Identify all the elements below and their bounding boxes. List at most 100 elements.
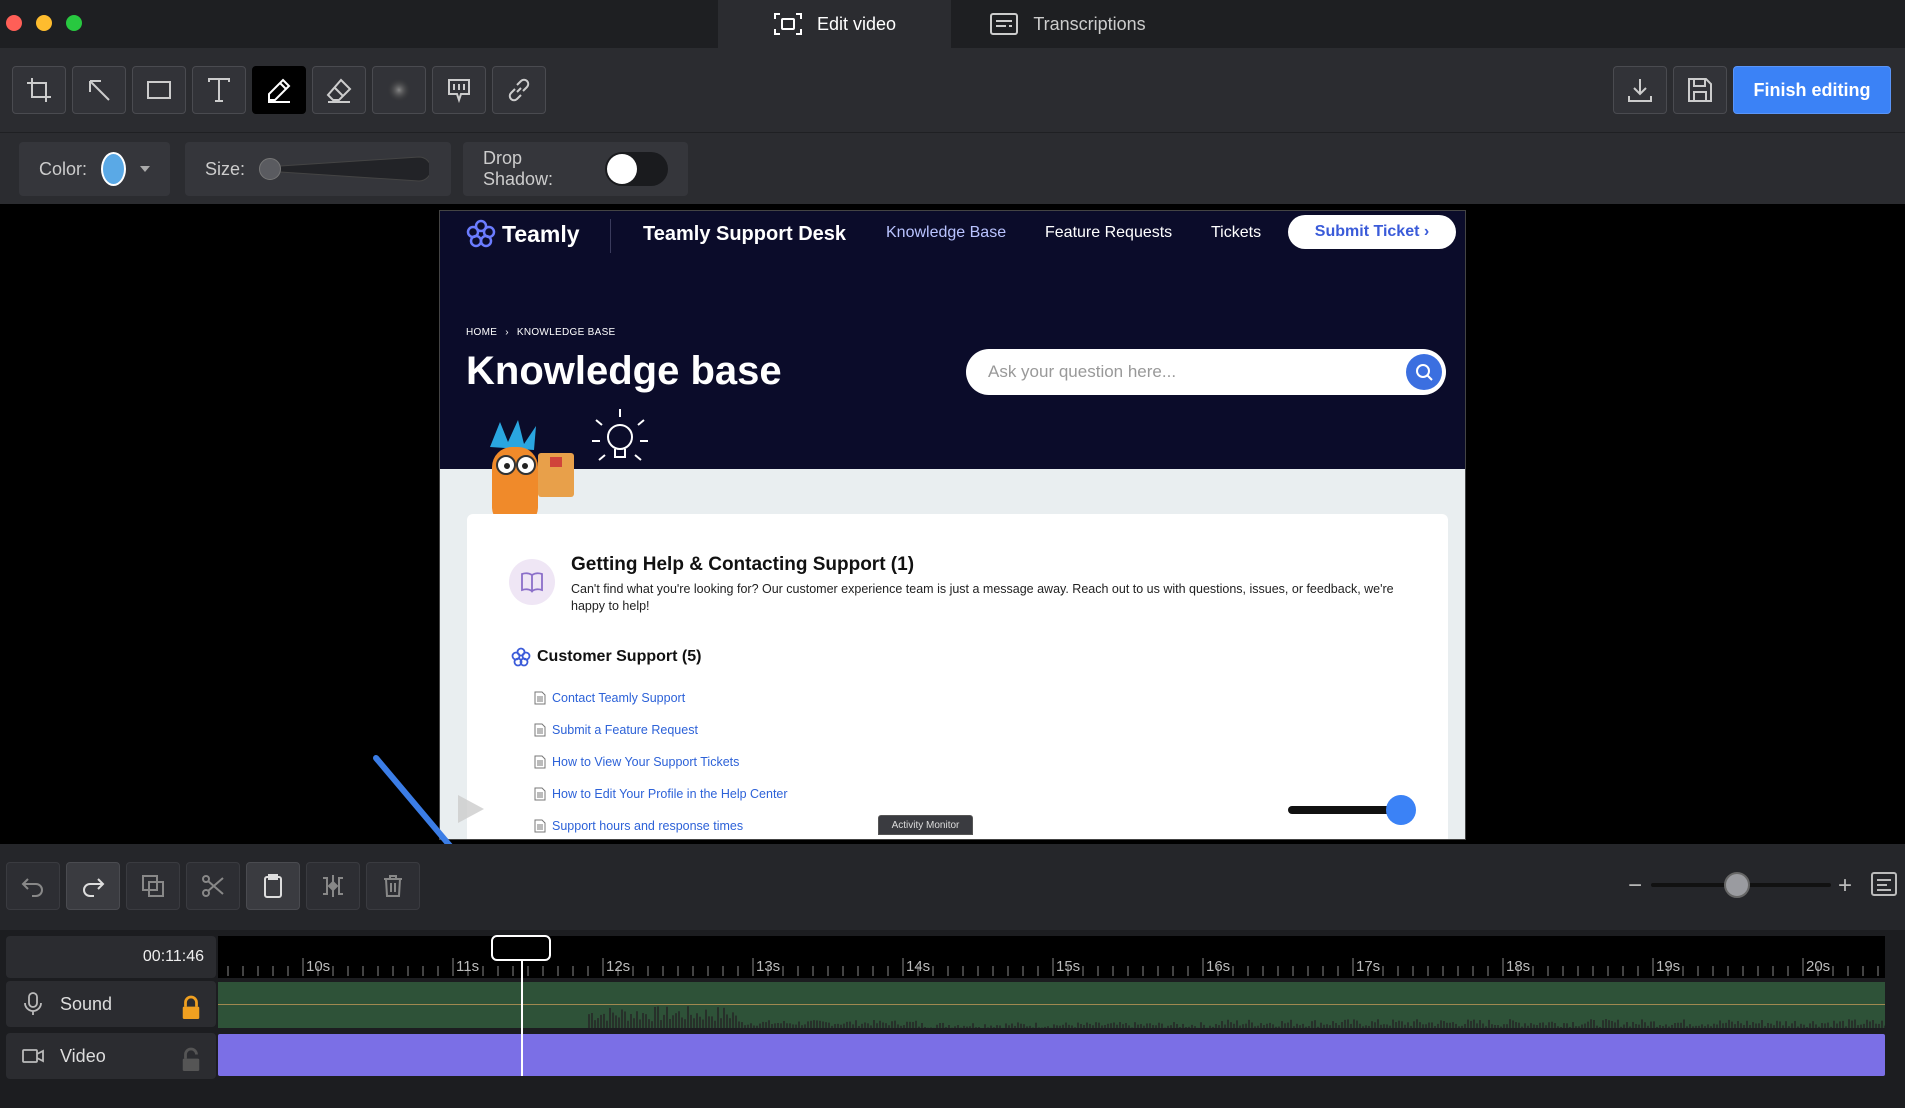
link-tool-button[interactable] <box>492 66 546 114</box>
timeline-ruler[interactable]: 10s 11s 12s 13s 14s 15s 16s 17s 18s 19s 20s <box>218 936 1885 978</box>
waveform-bar <box>1341 1021 1343 1028</box>
category-title[interactable]: Getting Help & Contacting Support (1) <box>571 554 914 576</box>
waveform-bar <box>1227 1019 1229 1028</box>
text-tool-button[interactable] <box>192 66 246 114</box>
unlock-icon[interactable] <box>180 1047 202 1073</box>
waveform-bar <box>1059 1025 1061 1028</box>
waveform-bar <box>1158 1022 1160 1028</box>
nav-feature-requests[interactable]: Feature Requests <box>1045 224 1172 242</box>
save-button[interactable] <box>1673 66 1727 114</box>
video-canvas[interactable]: Teamly Teamly Support Desk Knowledge Bas… <box>0 204 1905 844</box>
blur-tool-button[interactable] <box>372 66 426 114</box>
article-link[interactable]: How to Edit Your Profile in the Help Cen… <box>534 778 788 810</box>
download-button[interactable] <box>1613 66 1667 114</box>
drop-shadow-toggle[interactable] <box>605 152 668 186</box>
playhead-handle[interactable] <box>491 935 551 961</box>
waveform-bar <box>1260 1023 1262 1028</box>
split-button[interactable] <box>306 862 360 910</box>
volume-level-line[interactable] <box>218 1004 1885 1005</box>
duplicate-button[interactable] <box>126 862 180 910</box>
waveform-bar <box>1758 1023 1760 1028</box>
search-input[interactable]: Ask your question here... <box>966 349 1446 395</box>
paste-button[interactable] <box>246 862 300 910</box>
paste-icon <box>264 874 282 898</box>
search-icon <box>1416 364 1433 381</box>
maximize-window-button[interactable] <box>66 15 82 31</box>
fit-timeline-icon[interactable] <box>1870 871 1898 897</box>
waveform-bar <box>1773 1025 1775 1028</box>
waveform-bar <box>1521 1026 1523 1028</box>
waveform-bar <box>1470 1020 1472 1028</box>
waveform-bar <box>1356 1020 1358 1028</box>
tab-edit-video[interactable]: Edit video <box>718 0 951 48</box>
video-preview[interactable]: Teamly Teamly Support Desk Knowledge Bas… <box>439 210 1466 840</box>
waveform-bar <box>1242 1024 1244 1028</box>
tab-edit-video-label: Edit video <box>816 13 897 34</box>
tab-transcriptions[interactable]: Transcriptions <box>951 0 1184 48</box>
article-link[interactable]: Contact Teamly Support <box>534 682 788 714</box>
timeline-zoom-handle[interactable] <box>1724 872 1750 898</box>
nav-tickets[interactable]: Tickets <box>1211 224 1261 242</box>
zoom-out-button[interactable]: − <box>1628 874 1642 898</box>
waveform-bar <box>1437 1023 1439 1028</box>
arrow-tool-button[interactable] <box>72 66 126 114</box>
volume-slider-handle[interactable] <box>1386 795 1416 825</box>
subcategory-title[interactable]: Customer Support (5) <box>511 647 701 667</box>
article-link[interactable]: Submit a Feature Request <box>534 714 788 746</box>
waveform-bar <box>1179 1027 1181 1028</box>
sound-track[interactable] <box>218 982 1885 1028</box>
volume-slider[interactable] <box>1288 806 1398 814</box>
delete-button[interactable] <box>366 862 420 910</box>
waveform-bar <box>1011 1023 1013 1028</box>
waveform-bar <box>1056 1025 1058 1028</box>
waveform-bar <box>660 1020 662 1028</box>
waveform-bar <box>594 1020 596 1028</box>
waveform-bar <box>702 1019 704 1028</box>
waveform-bar <box>1359 1023 1361 1028</box>
close-window-button[interactable] <box>6 15 22 31</box>
waveform-bar <box>1884 1025 1885 1028</box>
submit-ticket-button[interactable]: Submit Ticket › <box>1288 215 1456 249</box>
waveform-bar <box>1344 1019 1346 1028</box>
waveform-bar <box>1266 1023 1268 1028</box>
size-slider[interactable] <box>259 155 430 183</box>
waveform-bar <box>693 1018 695 1028</box>
duplicate-icon <box>142 875 164 897</box>
breadcrumb-home[interactable]: HOME <box>466 327 497 338</box>
link-icon <box>508 78 530 102</box>
eraser-tool-button[interactable] <box>312 66 366 114</box>
rectangle-tool-button[interactable] <box>132 66 186 114</box>
waveform-bar <box>648 1019 650 1028</box>
waveform-bar <box>1476 1023 1478 1028</box>
waveform-bar <box>1824 1023 1826 1028</box>
waveform-bar <box>1605 1019 1607 1028</box>
minimize-window-button[interactable] <box>36 15 52 31</box>
waveform-bar <box>1623 1024 1625 1028</box>
search-button[interactable] <box>1406 354 1442 390</box>
pen-tool-button[interactable] <box>252 66 306 114</box>
redo-button[interactable] <box>66 862 120 910</box>
zoom-in-button[interactable]: + <box>1838 874 1852 898</box>
color-picker[interactable] <box>101 152 126 186</box>
size-slider-handle[interactable] <box>259 158 282 180</box>
chevron-down-icon[interactable] <box>140 166 150 172</box>
waveform-bar <box>990 1025 992 1028</box>
undo-button[interactable] <box>6 862 60 910</box>
waveform-bar <box>1368 1025 1370 1028</box>
finish-editing-button[interactable]: Finish editing <box>1733 66 1891 114</box>
ruler-tick-label: 16s <box>1206 958 1231 975</box>
lock-icon[interactable] <box>180 995 202 1021</box>
highlight-tool-button[interactable] <box>432 66 486 114</box>
article-link[interactable]: How to View Your Support Tickets <box>534 746 788 778</box>
waveform-bar <box>1791 1023 1793 1028</box>
waveform-bar <box>1272 1024 1274 1028</box>
waveform-bar <box>1881 1020 1883 1028</box>
article-link[interactable]: Support hours and response times <box>534 810 788 839</box>
waveform-bar <box>1362 1026 1364 1028</box>
waveform-bar <box>921 1023 923 1028</box>
nav-knowledge-base[interactable]: Knowledge Base <box>886 224 1006 242</box>
video-clip[interactable] <box>218 1034 1885 1076</box>
cut-button[interactable] <box>186 862 240 910</box>
crop-tool-button[interactable] <box>12 66 66 114</box>
waveform-bar <box>1797 1026 1799 1028</box>
